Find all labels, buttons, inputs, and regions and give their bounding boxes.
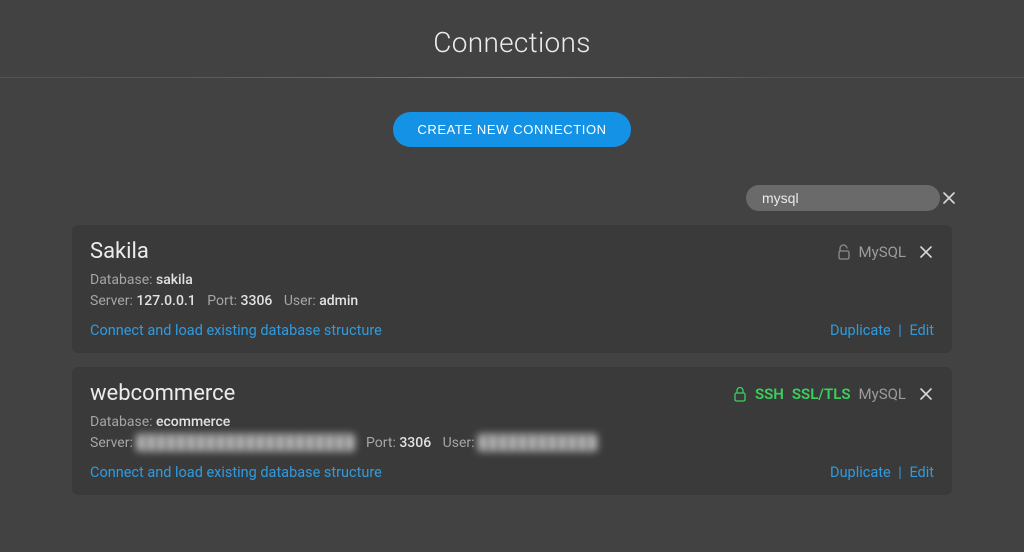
lock-closed-icon [733,386,747,402]
port-value: 3306 [241,293,273,309]
user-value-hidden: ████████████ [478,433,597,454]
search-input[interactable] [762,190,943,206]
connection-name: Sakila [90,239,149,264]
create-connection-button[interactable]: CREATE NEW CONNECTION [393,112,630,147]
delete-connection-icon[interactable] [918,386,934,402]
port-value: 3306 [399,435,431,451]
connection-card: webcommerce SSH SSL/TLS MySQL Database: … [72,367,952,495]
database-label: Database: [90,272,153,288]
user-label: User: [443,435,475,451]
connection-card: Sakila MySQL Database: sakila Server: 12… [72,225,952,353]
connection-name: webcommerce [90,381,235,406]
card-actions: Duplicate | Edit [830,464,934,481]
edit-link[interactable]: Edit [909,464,934,481]
database-value: ecommerce [156,414,230,430]
divider-rainbow [0,77,1024,78]
clear-search-icon[interactable] [943,189,955,207]
connection-badges: SSH SSL/TLS MySQL [733,385,934,403]
user-label: User: [284,293,316,309]
port-label: Port: [366,435,396,451]
action-divider: | [898,322,902,339]
server-label: Server: [90,293,133,309]
page-title: Connections [0,0,1024,77]
card-actions: Duplicate | Edit [830,322,934,339]
delete-connection-icon[interactable] [918,244,934,260]
duplicate-link[interactable]: Duplicate [830,464,891,481]
port-label: Port: [207,293,237,309]
connect-link[interactable]: Connect and load existing database struc… [90,322,382,339]
server-value-hidden: ██████████████████████ [136,433,354,454]
database-value: sakila [156,272,193,288]
ssltls-badge: SSL/TLS [792,385,851,403]
connection-list: Sakila MySQL Database: sakila Server: 12… [0,225,1024,495]
search-pill [746,185,940,211]
dbtype-badge: MySQL [859,243,907,261]
dbtype-badge: MySQL [859,385,907,403]
edit-link[interactable]: Edit [909,322,934,339]
connect-link[interactable]: Connect and load existing database struc… [90,464,382,481]
lock-open-icon [837,244,851,260]
duplicate-link[interactable]: Duplicate [830,322,891,339]
server-value: 127.0.0.1 [136,293,195,309]
action-divider: | [898,464,902,481]
user-value: admin [319,293,358,309]
ssh-badge: SSH [755,385,784,403]
server-label: Server: [90,435,133,451]
search-row [0,185,1024,225]
connection-badges: MySQL [837,243,935,261]
top-actions: CREATE NEW CONNECTION [0,78,1024,185]
database-label: Database: [90,414,153,430]
